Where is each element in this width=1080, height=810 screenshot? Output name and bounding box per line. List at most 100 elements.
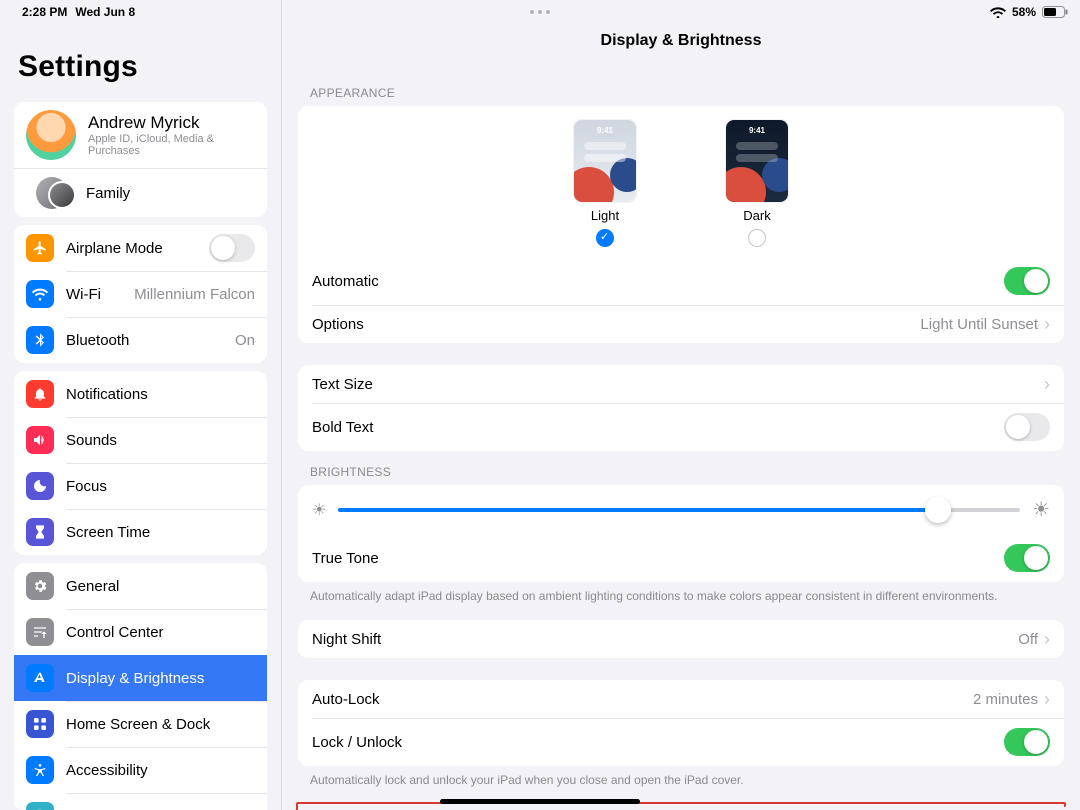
moon-icon [26,472,54,500]
chevron-right-icon: › [1044,690,1050,708]
auto-lock-row[interactable]: Auto-Lock 2 minutes › [298,680,1064,718]
automatic-toggle[interactable] [1004,267,1050,295]
hourglass-icon [26,518,54,546]
multitask-dots-icon[interactable] [530,10,550,14]
wifi-label: Wi-Fi [66,286,134,303]
sidebar-item-screentime[interactable]: Screen Time [14,509,267,555]
night-shift-row[interactable]: Night Shift Off › [298,620,1064,658]
home-indicator[interactable] [440,799,640,804]
status-date: Wed Jun 8 [75,5,135,19]
text-size-row[interactable]: Text Size › [298,365,1064,403]
grid-icon [26,710,54,738]
profile-avatar [26,110,76,160]
text-size-icon [26,664,54,692]
focus-label: Focus [66,478,255,495]
text-size-label: Text Size [312,376,1044,393]
appearance-header: APPEARANCE [282,78,1080,106]
home-label: Home Screen & Dock [66,716,255,733]
wifi-status-icon [990,6,1006,18]
bluetooth-icon [26,326,54,354]
options-value: Light Until Sunset [920,316,1038,333]
accessibility-icon [26,756,54,784]
dark-radio[interactable] [748,229,766,247]
control-label: Control Center [66,624,255,641]
airplane-icon [26,234,54,262]
lock-footer: Automatically lock and unlock your iPad … [282,766,1080,788]
light-radio[interactable] [596,229,614,247]
night-shift-label: Night Shift [312,631,1018,648]
true-tone-toggle[interactable] [1004,544,1050,572]
appearance-light-option[interactable]: 9:41 Light [574,120,636,247]
chevron-right-icon: › [1044,375,1050,393]
wifi-value: Millennium Falcon [134,286,255,303]
bluetooth-value: On [235,332,255,349]
accessibility-label: Accessibility [66,762,255,779]
bell-icon [26,380,54,408]
preview-time: 9:41 [726,126,788,135]
options-row[interactable]: Options Light Until Sunset › [298,305,1064,343]
gear-icon [26,572,54,600]
profile-name: Andrew Myrick [88,113,255,133]
auto-lock-value: 2 minutes [973,691,1038,708]
options-label: Options [312,316,920,333]
sidebar-item-sounds[interactable]: Sounds [14,417,267,463]
automatic-label: Automatic [312,273,1004,290]
night-shift-value: Off [1018,631,1038,648]
airplane-toggle[interactable] [209,234,255,262]
page-title: Display & Brightness [282,22,1080,72]
true-tone-label: True Tone [312,550,1004,567]
family-row[interactable]: Family [14,168,267,217]
display-zoom-highlight: DISPLAY Display Zoom More Space › Choose… [296,802,1066,810]
notifications-label: Notifications [66,386,255,403]
screentime-label: Screen Time [66,524,255,541]
sidebar-item-control-center[interactable]: Control Center [14,609,267,655]
sidebar-item-wifi[interactable]: Wi-Fi Millennium Falcon [14,271,267,317]
sidebar-item-accessibility[interactable]: Accessibility [14,747,267,793]
lock-unlock-row[interactable]: Lock / Unlock [298,718,1064,766]
dark-preview-icon: 9:41 [726,120,788,202]
sidebar-item-bluetooth[interactable]: Bluetooth On [14,317,267,363]
auto-lock-label: Auto-Lock [312,691,973,708]
apple-id-row[interactable]: Andrew Myrick Apple ID, iCloud, Media & … [14,102,267,168]
sun-high-icon: ☀︎ [1032,497,1050,522]
preview-time: 9:41 [574,126,636,135]
sidebar-item-display[interactable]: Display & Brightness [14,655,267,701]
family-label: Family [86,185,130,202]
sidebar-item-wallpaper[interactable]: Wallpaper [14,793,267,810]
wifi-icon [26,280,54,308]
sidebar-item-focus[interactable]: Focus [14,463,267,509]
profile-subtitle: Apple ID, iCloud, Media & Purchases [88,133,255,157]
battery-icon [1042,6,1068,18]
true-tone-row[interactable]: True Tone [298,534,1064,582]
light-label: Light [591,208,619,223]
sliders-icon [26,618,54,646]
true-tone-footer: Automatically adapt iPad display based o… [282,582,1080,604]
dark-label: Dark [743,208,770,223]
brightness-slider-row[interactable]: ☀︎ ☀︎ [298,485,1064,534]
display-header: DISPLAY [298,804,1064,810]
lock-unlock-toggle[interactable] [1004,728,1050,756]
settings-title: Settings [0,50,281,94]
display-label: Display & Brightness [66,670,255,687]
brightness-slider[interactable] [338,508,1020,512]
sidebar-item-airplane[interactable]: Airplane Mode [14,225,267,271]
bluetooth-label: Bluetooth [66,332,235,349]
battery-percent: 58% [1012,5,1036,19]
lock-unlock-label: Lock / Unlock [312,734,1004,751]
chevron-right-icon: › [1044,315,1050,333]
brightness-header: BRIGHTNESS [282,457,1080,485]
automatic-row[interactable]: Automatic [298,257,1064,305]
speaker-icon [26,426,54,454]
sounds-label: Sounds [66,432,255,449]
general-label: General [66,578,255,595]
bold-text-toggle[interactable] [1004,413,1050,441]
sidebar-item-general[interactable]: General [14,563,267,609]
sidebar-item-notifications[interactable]: Notifications [14,371,267,417]
sun-low-icon: ☀︎ [312,500,326,520]
status-time: 2:28 PM [22,5,67,19]
appearance-dark-option[interactable]: 9:41 Dark [726,120,788,247]
airplane-label: Airplane Mode [66,240,209,257]
sidebar-item-home-screen[interactable]: Home Screen & Dock [14,701,267,747]
bold-text-row[interactable]: Bold Text [298,403,1064,451]
bold-text-label: Bold Text [312,419,1004,436]
